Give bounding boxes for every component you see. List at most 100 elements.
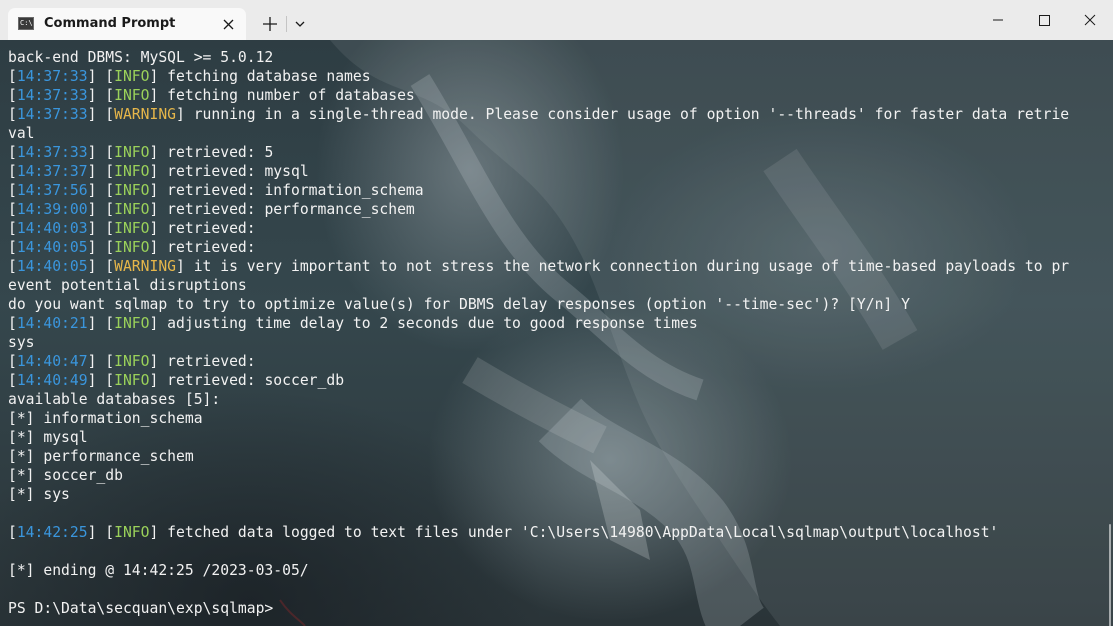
log-level: INFO	[114, 87, 150, 104]
log-level: INFO	[114, 201, 150, 218]
terminal-window: C:\ Command Prompt back-end DBMS: MySQL …	[0, 0, 1113, 626]
log-message: retrieved:	[158, 239, 256, 256]
terminal-text: [*] ending @ 14:42:25 /2023-03-05/	[8, 562, 309, 579]
plus-icon	[263, 17, 277, 31]
terminal-line: [14:37:33] [INFO] fetching number of dat…	[8, 87, 415, 104]
terminal-text: do you want sqlmap to try to optimize va…	[8, 296, 910, 313]
maximize-button[interactable]	[1021, 0, 1067, 40]
tab-title: Command Prompt	[44, 16, 176, 31]
log-timestamp: 14:37:37	[16, 163, 88, 180]
new-tab-button[interactable]	[256, 10, 284, 38]
log-message: it is very important to not stress the n…	[184, 258, 1070, 275]
log-timestamp: 14:37:33	[16, 87, 88, 104]
terminal-line: [14:37:33] [WARNING] running in a single…	[8, 106, 1070, 123]
terminal-line: sys	[8, 333, 1106, 352]
log-timestamp: 14:40:47	[16, 353, 88, 370]
close-icon	[1084, 14, 1096, 26]
terminal-line: [14:37:56] [INFO] retrieved: information…	[8, 182, 424, 199]
terminal-text: [*] performance_schem	[8, 448, 194, 465]
log-message: retrieved: information_schema	[158, 182, 424, 199]
log-timestamp: 14:37:33	[16, 106, 88, 123]
log-message: fetched data logged to text files under …	[158, 524, 999, 541]
terminal-line: [14:40:05] [WARNING] it is very importan…	[8, 258, 1070, 275]
log-level: INFO	[114, 524, 150, 541]
log-level: INFO	[114, 182, 150, 199]
terminal-line: [14:42:25] [INFO] fetched data logged to…	[8, 524, 999, 541]
terminal-line: [14:40:49] [INFO] retrieved: soccer_db	[8, 372, 345, 389]
maximize-icon	[1039, 15, 1050, 26]
terminal-text: back-end DBMS: MySQL >= 5.0.12	[8, 49, 274, 66]
close-window-button[interactable]	[1067, 0, 1113, 40]
log-message: retrieved:	[158, 220, 256, 237]
terminal-line: [14:40:21] [INFO] adjusting time delay t…	[8, 315, 698, 332]
terminal-area[interactable]: back-end DBMS: MySQL >= 5.0.12 [14:37:33]…	[0, 40, 1113, 626]
log-message: retrieved: mysql	[158, 163, 309, 180]
terminal-line: [14:40:47] [INFO] retrieved:	[8, 353, 256, 370]
log-level: INFO	[114, 239, 150, 256]
log-message: retrieved:	[158, 353, 256, 370]
terminal-line: [14:39:00] [INFO] retrieved: performance…	[8, 201, 415, 218]
log-message: fetching number of databases	[158, 87, 415, 104]
log-level: INFO	[114, 68, 150, 85]
terminal-line: do you want sqlmap to try to optimize va…	[8, 295, 1106, 314]
terminal-line: back-end DBMS: MySQL >= 5.0.12	[8, 48, 1106, 67]
log-message: retrieved: 5	[158, 144, 274, 161]
chevron-down-icon	[295, 21, 305, 27]
log-level: INFO	[114, 220, 150, 237]
terminal-text: PS D:\Data\secquan\exp\sqlmap>	[8, 600, 274, 617]
terminal-text: available databases [5]:	[8, 391, 221, 408]
title-bar[interactable]: C:\ Command Prompt	[0, 0, 1113, 40]
terminal-line: [14:40:05] [INFO] retrieved:	[8, 239, 256, 256]
terminal-line: PS D:\Data\secquan\exp\sqlmap>	[8, 599, 1106, 618]
log-timestamp: 14:40:05	[16, 258, 88, 275]
log-level: WARNING	[114, 106, 177, 123]
log-timestamp: 14:39:00	[16, 201, 88, 218]
log-timestamp: 14:40:03	[16, 220, 88, 237]
terminal-line: [*] mysql	[8, 428, 1106, 447]
minimize-icon	[993, 19, 1003, 21]
log-timestamp: 14:40:49	[16, 372, 88, 389]
log-timestamp: 14:40:05	[16, 239, 88, 256]
terminal-line: [14:37:37] [INFO] retrieved: mysql	[8, 163, 309, 180]
close-tab-button[interactable]	[216, 12, 240, 36]
log-level: INFO	[114, 315, 150, 332]
log-level: INFO	[114, 372, 150, 389]
terminal-text: [*] soccer_db	[8, 467, 123, 484]
log-level: INFO	[114, 144, 150, 161]
log-level: INFO	[114, 353, 150, 370]
terminal-text: [*] information_schema	[8, 410, 203, 427]
terminal-text: [*] mysql	[8, 429, 88, 446]
terminal-line: val	[8, 124, 1106, 143]
log-message: fetching database names	[158, 68, 371, 85]
terminal-line: [*] soccer_db	[8, 466, 1106, 485]
log-message: retrieved: performance_schem	[158, 201, 415, 218]
terminal-line: [*] ending @ 14:42:25 /2023-03-05/	[8, 561, 1106, 580]
terminal-line: [14:37:33] [INFO] fetching database name…	[8, 68, 371, 85]
terminal-line: [*] information_schema	[8, 409, 1106, 428]
log-timestamp: 14:40:21	[16, 315, 88, 332]
log-timestamp: 14:42:25	[16, 524, 88, 541]
minimize-button[interactable]	[975, 0, 1021, 40]
log-level: WARNING	[114, 258, 177, 275]
console-icon: C:\	[18, 17, 34, 30]
terminal-line: [14:37:33] [INFO] retrieved: 5	[8, 144, 274, 161]
scrollbar-thumb[interactable]	[1109, 524, 1111, 626]
log-level: INFO	[114, 163, 150, 180]
scrollbar[interactable]	[1107, 40, 1113, 626]
tab-command-prompt[interactable]: C:\ Command Prompt	[8, 8, 246, 40]
terminal-line: [*] performance_schem	[8, 447, 1106, 466]
terminal-line: [14:40:03] [INFO] retrieved:	[8, 220, 256, 237]
terminal-text: val	[8, 125, 35, 142]
terminal-text: event potential disruptions	[8, 277, 247, 294]
terminal-output: back-end DBMS: MySQL >= 5.0.12 [14:37:33]…	[8, 48, 1106, 618]
log-message: retrieved: soccer_db	[158, 372, 345, 389]
terminal-line: event potential disruptions	[8, 276, 1106, 295]
tab-dropdown-button[interactable]	[290, 12, 310, 36]
tab-divider	[286, 16, 287, 32]
log-timestamp: 14:37:33	[16, 144, 88, 161]
terminal-text: sys	[8, 334, 35, 351]
terminal-line: [*] sys	[8, 485, 1106, 504]
log-timestamp: 14:37:56	[16, 182, 88, 199]
